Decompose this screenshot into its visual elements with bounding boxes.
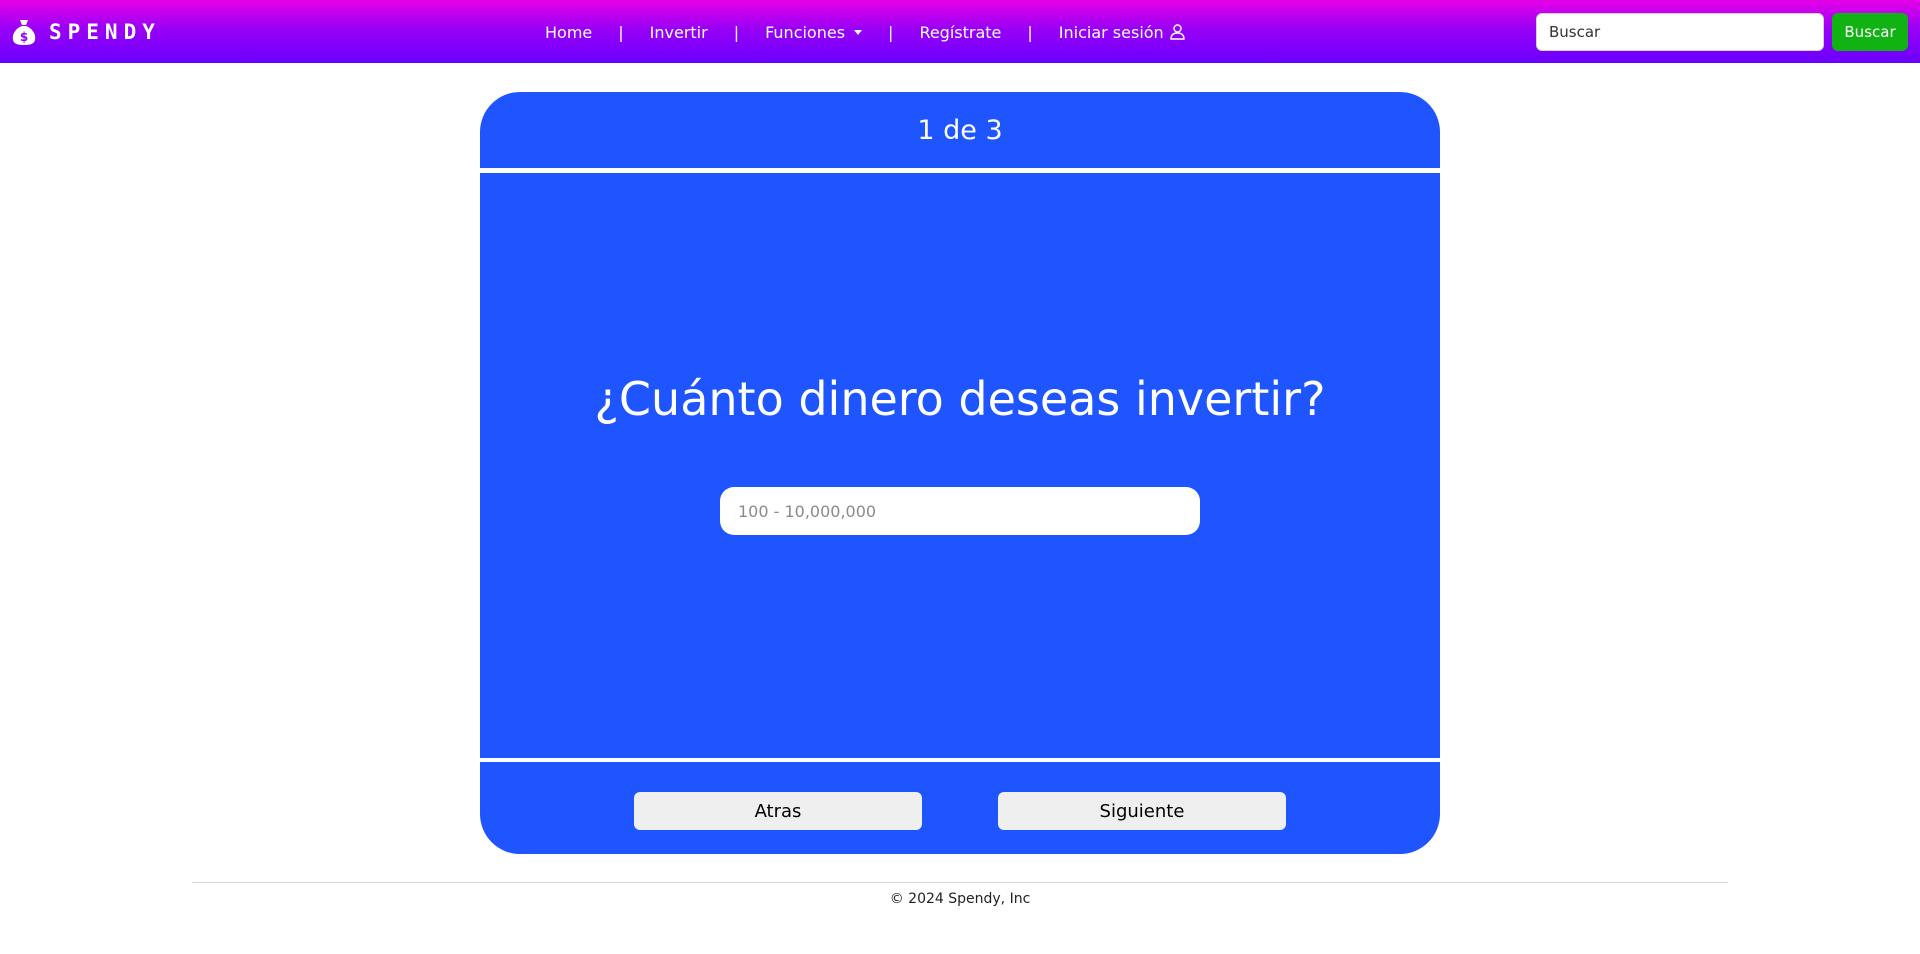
svg-text:$: $	[20, 30, 28, 44]
step-indicator: 1 de 3	[917, 114, 1003, 146]
footer-divider	[192, 882, 1728, 883]
caret-down-icon	[854, 29, 863, 35]
nav-home[interactable]: Home	[545, 23, 592, 42]
nav-invest[interactable]: Invertir	[650, 23, 708, 42]
nav-login-label: Iniciar sesión	[1058, 22, 1164, 42]
back-button[interactable]: Atras	[634, 792, 922, 830]
top-navbar: $ SPENDY Home | Invertir | Funciones | R…	[0, 0, 1920, 63]
search-button[interactable]: Buscar	[1832, 13, 1908, 51]
nav-separator: |	[1027, 22, 1033, 42]
amount-input[interactable]	[720, 487, 1200, 535]
search-input[interactable]	[1536, 13, 1824, 51]
nav-separator: |	[733, 22, 740, 42]
brand-name: SPENDY	[49, 20, 161, 44]
nav-functions-label: Funciones	[765, 22, 846, 42]
divider	[480, 168, 1440, 173]
brand[interactable]: $ SPENDY	[11, 17, 161, 47]
nav-register[interactable]: Regístrate	[919, 23, 1001, 42]
nav-links: Home | Invertir | Funciones | Regístrate…	[545, 20, 1185, 44]
nav-separator: |	[618, 22, 624, 42]
user-icon	[1169, 24, 1185, 40]
question-heading: ¿Cuánto dinero deseas invertir?	[594, 372, 1326, 426]
nav-functions-dropdown[interactable]: Funciones	[765, 22, 863, 42]
next-button[interactable]: Siguiente	[998, 792, 1286, 830]
money-bag-icon: $	[12, 20, 36, 45]
investment-wizard-card: 1 de 3 ¿Cuánto dinero deseas invertir? A…	[480, 92, 1440, 854]
nav-separator: |	[888, 22, 894, 42]
divider	[480, 758, 1440, 762]
nav-login[interactable]: Iniciar sesión	[1059, 23, 1185, 42]
footer-copyright: © 2024 Spendy, Inc	[889, 891, 1031, 907]
